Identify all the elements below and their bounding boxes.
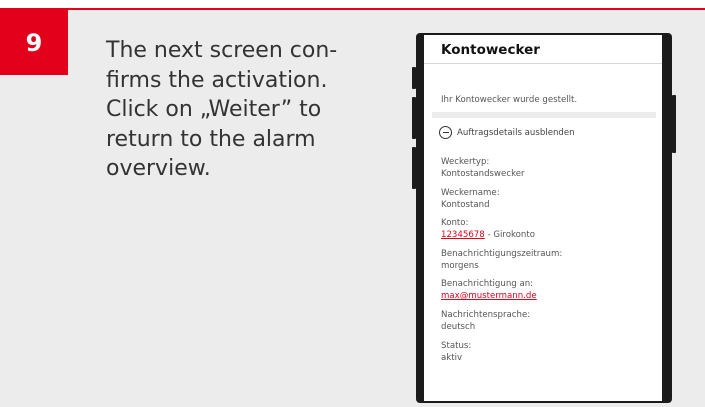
hide-order-details-toggle[interactable]: Auftragsdetails ausblenden <box>439 126 575 139</box>
toggle-label: Auftragsdetails ausblenden <box>457 127 575 138</box>
email-link[interactable]: max@mustermann.de <box>441 291 537 301</box>
order-details: Weckertyp: Kontostandswecker Weckername:… <box>441 157 654 371</box>
alarm-type-label: Weckertyp: <box>441 157 490 167</box>
account-type: - Girokonto <box>484 230 535 241</box>
phone-side-button <box>412 67 416 89</box>
alarm-name-label: Weckername: <box>441 187 500 198</box>
notification-target-value: max@mustermann.de <box>441 291 654 301</box>
account-value: 12345678 - Girokonto <box>441 230 654 240</box>
status-value: aktiv <box>441 352 463 363</box>
step-number-badge: 9 <box>0 10 68 75</box>
account-label: Konto: <box>441 218 469 229</box>
confirmation-message: Ihr Kontowecker wurde gestellt. <box>441 95 578 105</box>
minus-circle-icon <box>439 126 452 139</box>
account-number-link[interactable]: 12345678 <box>441 230 485 240</box>
notification-period-label: Benachrichtigungszeitraum: <box>441 248 563 259</box>
phone-volume-up-button <box>412 97 416 139</box>
alarm-name-value: Kontostand <box>441 199 490 210</box>
instruction-text: The next screen con- firms the activatio… <box>106 38 338 181</box>
phone-mockup: Kontowecker Ihr Kontowecker wurde gestel… <box>412 33 676 403</box>
title-divider <box>424 63 662 64</box>
alarm-type-value: Kontostandswecker <box>441 169 525 179</box>
phone-screen: Kontowecker Ihr Kontowecker wurde gestel… <box>424 35 662 401</box>
phone-volume-down-button <box>412 147 416 189</box>
screen-title: Kontowecker <box>441 42 540 58</box>
phone-power-button <box>672 95 676 153</box>
message-language-value: deutsch <box>441 321 476 332</box>
notification-target-label: Benachrichtigung an: <box>441 279 534 290</box>
status-label: Status: <box>441 340 472 351</box>
message-language-label: Nachrichtensprache: <box>441 309 531 320</box>
top-divider <box>0 0 705 10</box>
notification-period-value: morgens <box>441 260 479 271</box>
confirmation-divider-bar <box>432 112 656 118</box>
